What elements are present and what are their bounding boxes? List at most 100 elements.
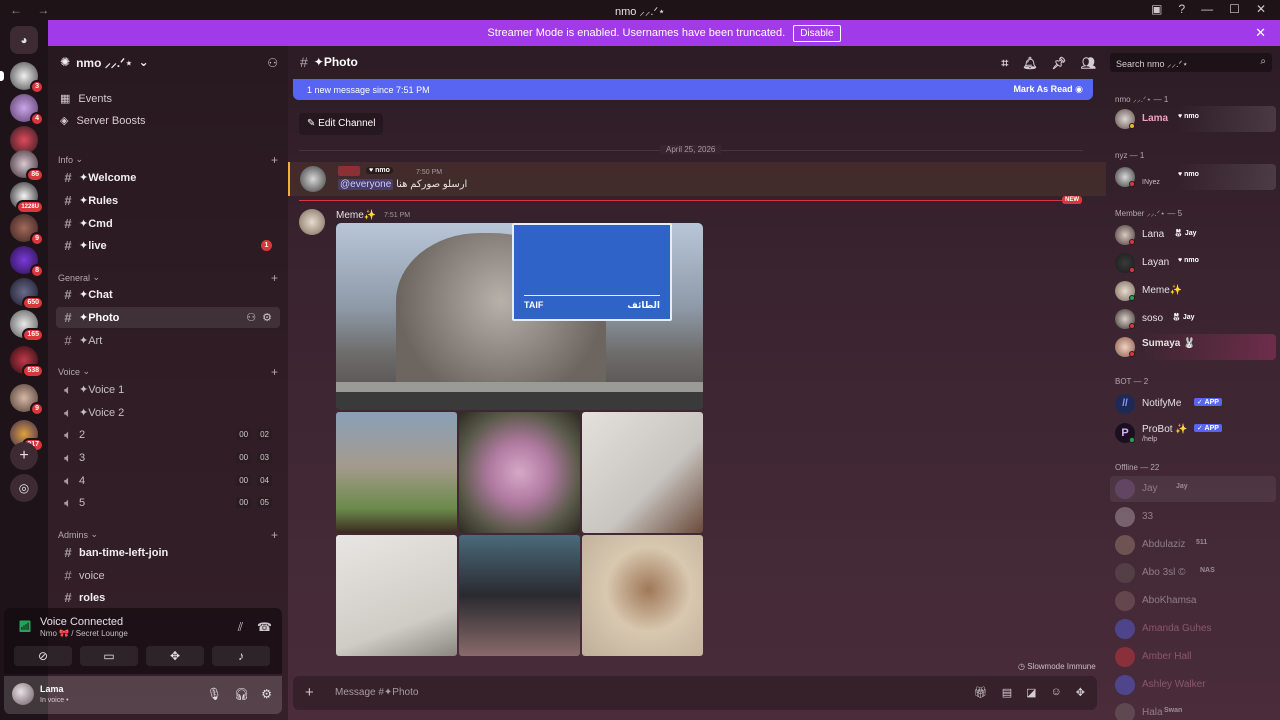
noise-suppression-icon[interactable]: ⫽ — [238, 620, 243, 635]
bell-icon[interactable]: 🔔︎ — [1022, 56, 1037, 71]
voice-channel-2-room[interactable]: 🔈︎ 2 00 02 — [56, 424, 280, 445]
server-icon[interactable]: 86 — [10, 150, 44, 182]
channel-welcome[interactable]: # ✦Welcome — [56, 167, 280, 188]
channel-roles[interactable]: # roles — [56, 587, 280, 608]
discord-home-icon[interactable]: ◕ — [10, 26, 38, 54]
voice-channel-3-room[interactable]: 🔈︎ 3 00 03 — [56, 447, 280, 468]
add-channel-icon[interactable]: + — [271, 153, 278, 167]
channel-chat[interactable]: # ✦Chat — [56, 284, 280, 305]
photo-attachment[interactable] — [336, 535, 457, 656]
voice-channel-4-room[interactable]: 🔈︎ 4 00 04 — [56, 470, 280, 491]
soundboard-button[interactable]: ♪ — [212, 646, 270, 666]
member-item[interactable]: Jay Jay — [1110, 476, 1276, 502]
photo-attachment[interactable] — [582, 535, 703, 656]
gear-icon[interactable]: ⚙ — [261, 687, 272, 701]
photo-attachment[interactable] — [459, 535, 580, 656]
invite-icon[interactable]: ⚇ — [246, 311, 256, 324]
server-boosts-item[interactable]: ◈ Server Boosts — [60, 114, 146, 128]
add-channel-icon[interactable]: + — [271, 271, 278, 285]
add-channel-icon[interactable]: + — [271, 528, 278, 542]
channel-live[interactable]: # ✦live 1 — [56, 235, 280, 256]
server-icon[interactable]: 9 — [10, 384, 44, 416]
invite-people-icon[interactable]: ⚇ — [267, 56, 278, 70]
message-input[interactable]: Message #✦Photo — [335, 687, 418, 698]
user-name[interactable]: Lama — [40, 684, 64, 694]
member-list-icon[interactable]: 👥︎ — [1081, 56, 1096, 71]
close-window-icon[interactable]: ✕ — [1256, 2, 1266, 16]
gear-icon[interactable]: ⚙ — [262, 311, 272, 324]
avatar[interactable] — [299, 209, 325, 235]
voice-channel-5-room[interactable]: 🔈︎ 5 00 05 — [56, 492, 280, 513]
member-item[interactable]: Abdulaziz 511 — [1110, 532, 1276, 558]
minimize-icon[interactable]: — — [1201, 2, 1213, 16]
signal-icon[interactable]: 📶︎ — [18, 620, 32, 633]
disconnect-icon[interactable]: ☎ — [257, 620, 272, 635]
help-icon[interactable]: ? — [1178, 2, 1185, 16]
server-header[interactable]: ✺ nmo ⸝⸝.ᐟ⋆ ⌄ ⚇ — [48, 46, 288, 78]
member-item[interactable]: soso 🐰︎ Jay — [1110, 306, 1276, 332]
member-item[interactable]: Lana 🐰︎ Jay — [1110, 222, 1276, 248]
server-icon[interactable]: 4 — [10, 94, 44, 126]
inbox-icon[interactable]: ▣ — [1151, 2, 1162, 16]
member-item[interactable]: ♥ nmo INyez — [1110, 164, 1276, 190]
mark-as-read-button[interactable]: Mark As Read ◉ — [1013, 84, 1083, 95]
attach-plus-icon[interactable]: + — [305, 684, 314, 701]
voice-channel-2[interactable]: 🔈︎ ✦Voice 2 — [56, 402, 280, 423]
message-highlighted[interactable]: ♥ nmo 7:50 PM @everyone ارسلو صوركم هنا — [288, 162, 1106, 196]
voice-channel-link[interactable]: Nmo 🎀 / Secret Lounge — [40, 629, 128, 638]
sticker-icon[interactable]: ◪ — [1026, 686, 1036, 699]
member-item[interactable]: Amanda Guhes — [1110, 616, 1276, 642]
channel-rules[interactable]: # ✦Rules — [56, 190, 280, 211]
add-channel-icon[interactable]: + — [271, 365, 278, 379]
add-server-icon[interactable]: + — [10, 442, 38, 470]
category-voice[interactable]: Voice ⌄ + — [58, 365, 278, 379]
member-item[interactable]: Sumaya 🐰 — [1110, 334, 1276, 360]
member-item[interactable]: AboKhamsa — [1110, 588, 1276, 614]
member-item[interactable]: Abo 3sl © NAS — [1110, 560, 1276, 586]
discover-icon[interactable]: ◎ — [10, 474, 38, 502]
edit-channel-button[interactable]: ✎ Edit Channel — [299, 113, 384, 135]
member-item[interactable]: Lama ♥ nmo — [1110, 106, 1276, 132]
member-item[interactable]: Layan ♥ nmo — [1110, 250, 1276, 276]
channel-art[interactable]: # ✦Art — [56, 330, 280, 351]
maximize-icon[interactable]: ☐ — [1229, 2, 1240, 16]
activities-button[interactable]: ✥ — [146, 646, 204, 666]
emoji-icon[interactable]: ☺ — [1051, 686, 1062, 699]
category-general[interactable]: General ⌄ + — [58, 271, 278, 285]
gift-icon[interactable]: 🎁︎ — [974, 686, 988, 699]
close-icon[interactable]: ✕ — [1255, 25, 1266, 41]
microphone-icon[interactable]: 🎙︎ — [207, 687, 222, 701]
server-icon[interactable]: 9 — [10, 214, 44, 246]
server-icon[interactable]: 650 — [10, 278, 44, 310]
server-icon[interactable]: 3 — [0, 62, 44, 94]
photo-attachment[interactable] — [336, 412, 457, 533]
author-name[interactable]: Meme✨ — [336, 210, 376, 221]
avatar[interactable] — [12, 683, 34, 705]
voice-channel-1[interactable]: 🔈︎ ✦Voice 1 — [56, 379, 280, 400]
channel-cmd[interactable]: # ✦Cmd — [56, 213, 280, 234]
server-icon[interactable]: 538 — [10, 346, 44, 378]
channel-voice[interactable]: # voice — [56, 565, 280, 586]
photo-attachment[interactable] — [582, 412, 703, 533]
pin-icon[interactable]: 📌︎ — [1052, 56, 1067, 71]
headphones-icon[interactable]: 🎧︎ — [234, 687, 249, 701]
member-item[interactable]: Hala Swan — [1110, 700, 1276, 720]
disable-streamer-button[interactable]: Disable — [793, 24, 841, 42]
member-item[interactable]: P ProBot ✨ ✓ APP /help — [1110, 420, 1276, 446]
member-item[interactable]: 33 — [1110, 504, 1276, 530]
camera-off-button[interactable]: ⊘ — [14, 646, 72, 666]
new-messages-bar[interactable]: 1 new message since 7:51 PM Mark As Read… — [293, 79, 1093, 100]
server-icon[interactable]: 1228U — [10, 182, 44, 214]
apps-icon[interactable]: ✥ — [1076, 686, 1085, 699]
member-item[interactable]: Meme✨ — [1110, 278, 1276, 304]
screen-share-button[interactable]: ▭ — [80, 646, 138, 666]
photo-attachment[interactable]: TAIF الطائف — [336, 223, 703, 410]
category-admins[interactable]: Admins ⌄ + — [58, 528, 278, 542]
channel-photo[interactable]: # ✦Photo ⚇ ⚙ — [56, 307, 280, 328]
gif-icon[interactable]: ▤ — [1002, 686, 1012, 699]
avatar[interactable] — [300, 166, 326, 192]
server-icon[interactable]: 165 — [10, 310, 44, 342]
channel-ban-time-left-join[interactable]: # ban-time-left-join — [56, 542, 280, 563]
server-icon[interactable]: 8 — [10, 246, 44, 278]
everyone-mention[interactable]: @everyone — [338, 179, 394, 190]
